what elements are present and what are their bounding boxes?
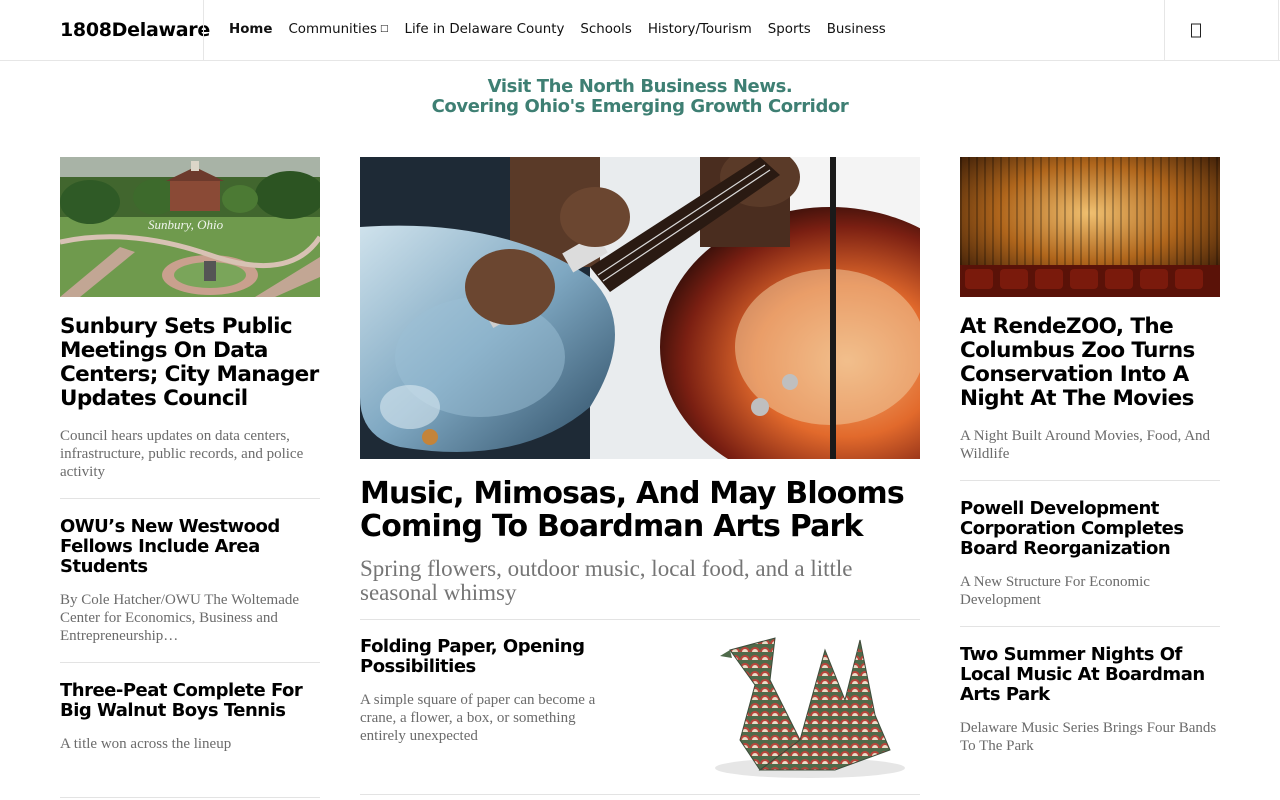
- article-excerpt: A New Structure For Economic Development: [960, 574, 1150, 608]
- site-header: 1808Delaware Home Communities □ Life in D…: [0, 0, 1280, 61]
- nav-item-communities-label: Communities: [288, 22, 377, 37]
- main-nav: Home Communities □ Life in Delaware Count…: [229, 22, 902, 37]
- promo-line-1: Visit The North Business News.: [487, 76, 793, 97]
- nav-item-life-in-delaware-county[interactable]: Life in Delaware County: [404, 22, 564, 37]
- image-caption: Sunbury, Ohio: [148, 217, 224, 232]
- article-excerpt: Council hears updates on data centers, i…: [60, 428, 304, 480]
- nav-item-communities[interactable]: Communities □: [288, 22, 388, 37]
- article-image-sunbury[interactable]: Sunbury, Ohio: [60, 157, 320, 297]
- story-text: Folding Paper, Opening Possibilities A s…: [360, 637, 620, 745]
- divider: [360, 794, 920, 795]
- nav-item-history-tourism[interactable]: History/Tourism: [648, 22, 752, 37]
- origami-swan-image: [660, 620, 920, 778]
- article-title[interactable]: Two Summer Nights Of Local Music At Boar…: [960, 645, 1220, 705]
- article-image-theater[interactable]: [960, 157, 1220, 297]
- article-title[interactable]: Three-Peat Complete For Big Walnut Boys …: [60, 681, 320, 721]
- sunbury-aerial-image: Sunbury, Ohio: [60, 157, 320, 297]
- guitar-photo: [360, 157, 920, 459]
- article-excerpt: A Night Built Around Movies, Food, And W…: [960, 428, 1211, 462]
- nav-item-business[interactable]: Business: [827, 22, 886, 37]
- article-excerpt: A title won across the lineup: [60, 736, 232, 752]
- article-image-guitars[interactable]: [360, 157, 920, 459]
- header-divider: [203, 0, 204, 60]
- article-excerpt: Delaware Music Series Brings Four Bands …: [960, 720, 1217, 754]
- article-image-origami[interactable]: [660, 620, 920, 778]
- middle-column: Music, Mimosas, And May Blooms Coming To…: [360, 157, 920, 795]
- article-title[interactable]: Sunbury Sets Public Meetings On Data Cen…: [60, 315, 320, 411]
- promo-banner[interactable]: Visit The North Business News. Covering …: [0, 77, 1280, 117]
- article-excerpt: Spring flowers, outdoor music, local foo…: [360, 556, 853, 605]
- divider: [960, 626, 1220, 627]
- search-icon[interactable]: [1190, 23, 1202, 38]
- article-title[interactable]: Powell Development Corporation Completes…: [960, 499, 1220, 559]
- site-logo[interactable]: 1808Delaware: [60, 19, 210, 41]
- nav-item-home[interactable]: Home: [229, 22, 272, 37]
- article-title[interactable]: Folding Paper, Opening Possibilities: [360, 637, 620, 677]
- article-excerpt: By Cole Hatcher/OWU The Woltemade Center…: [60, 592, 300, 644]
- article-title[interactable]: OWU’s New Westwood Fellows Include Area …: [60, 517, 320, 577]
- divider: [60, 498, 320, 499]
- divider: [60, 662, 320, 663]
- left-column: Sunbury, Ohio Sunbury Sets Public Meetin…: [60, 157, 320, 798]
- article-title[interactable]: Music, Mimosas, And May Blooms Coming To…: [360, 477, 920, 543]
- header-divider: [1164, 0, 1165, 60]
- chevron-down-icon: □: [379, 24, 389, 34]
- nav-item-schools[interactable]: Schools: [580, 22, 631, 37]
- right-column: At RendeZOO, The Columbus Zoo Turns Cons…: [960, 157, 1220, 800]
- promo-line-2: Covering Ohio's Emerging Growth Corridor: [431, 96, 849, 117]
- theater-curtain-image: [960, 157, 1220, 297]
- article-excerpt: A simple square of paper can become a cr…: [360, 692, 596, 744]
- divider: [60, 797, 320, 798]
- divider: [960, 480, 1220, 481]
- story-row: Folding Paper, Opening Possibilities A s…: [360, 620, 920, 778]
- article-title[interactable]: At RendeZOO, The Columbus Zoo Turns Cons…: [960, 315, 1220, 411]
- nav-item-sports[interactable]: Sports: [768, 22, 811, 37]
- header-divider: [1278, 0, 1279, 60]
